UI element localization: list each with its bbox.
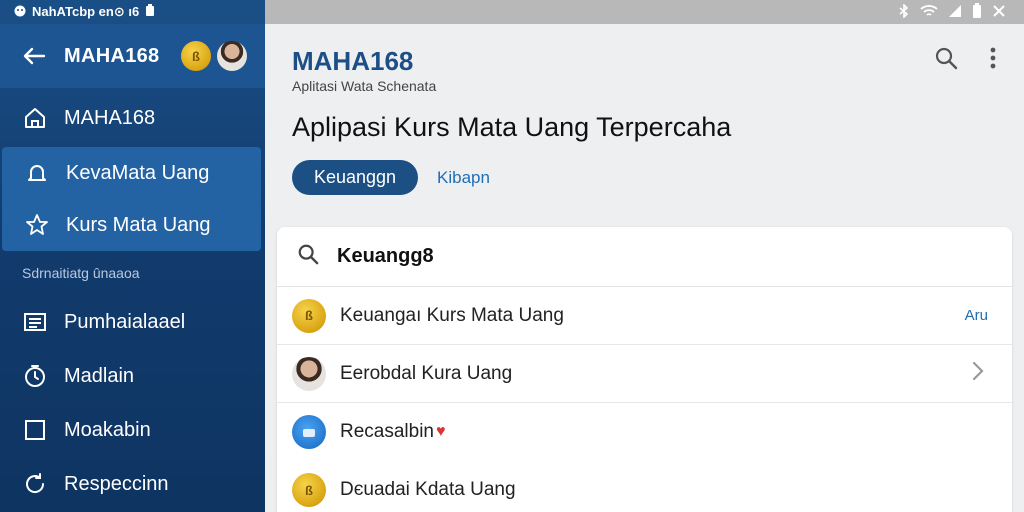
battery-icon [972, 2, 982, 22]
refresh-icon [22, 471, 48, 497]
sidebar-item-label: Pumhaialaael [64, 310, 186, 333]
sidebar-item-home[interactable]: MAHA168 [0, 92, 265, 144]
system-status-bar [265, 0, 1024, 24]
list-icon [22, 309, 48, 335]
status-bar-left: NahATcbp en⊙ ı6 [0, 0, 265, 24]
back-arrow-icon[interactable] [20, 42, 48, 70]
list-item[interactable]: ß Dєuadai Kdata Uang [277, 461, 1012, 512]
list-item-action[interactable]: Aru [965, 307, 988, 324]
coin-icon: ß [292, 298, 326, 333]
app-title: MAHA168 [292, 46, 414, 76]
page-headline: Aplipasi Kurs Mata Uang Terpercaha [292, 112, 732, 142]
search-icon[interactable] [934, 46, 958, 75]
sidebar-active-group: KevaMata Uang Kurs Mata Uang [2, 147, 261, 251]
avatar-icon [292, 356, 326, 391]
sidebar-item-label: KevaMata Uang [66, 161, 210, 184]
heart-icon: ♥ [436, 423, 446, 440]
status-text: NahATcbp en⊙ ı6 [32, 4, 140, 19]
more-vert-icon[interactable] [990, 46, 996, 75]
sidebar-item-moakabin[interactable]: Moakabin [0, 403, 265, 457]
sidebar-item-pumhaialaael[interactable]: Pumhaialaael [0, 295, 265, 349]
home-icon [22, 105, 48, 131]
wifi-icon [920, 4, 938, 21]
sidebar: NahATcbp en⊙ ı6 MAHA168 ß MAHA168 KevaMa… [0, 0, 265, 512]
search-input-value[interactable]: Keuangg8 [337, 245, 434, 268]
blue-badge-icon [292, 415, 326, 449]
coin-icon: ß [292, 473, 326, 507]
sidebar-item-label: Respeccinn [64, 472, 169, 495]
bluetooth-icon [898, 2, 910, 21]
sidebar-item-label: Moakabin [64, 418, 151, 441]
battery-small-icon [145, 4, 155, 20]
sidebar-item-kurs[interactable]: Kurs Mata Uang [2, 199, 261, 251]
header-actions [934, 46, 996, 75]
category-chip[interactable]: Keuanggn [292, 160, 418, 195]
close-icon[interactable] [992, 4, 1006, 21]
status-icon [14, 5, 26, 20]
search-field[interactable]: Keuangg8 [277, 227, 1012, 287]
sidebar-title: MAHA168 [64, 44, 160, 67]
list-item[interactable]: ß Keuangaı Kurs Mata Uang Aru [277, 287, 1012, 345]
app-subtitle: Aplitasi Wata Schenata [292, 78, 437, 94]
list-item-label: Eerobdal Kura Uang [340, 362, 513, 384]
sidebar-item-label: MAHA168 [64, 106, 156, 129]
sidebar-item-respeccinn[interactable]: Respeccinn [0, 457, 265, 511]
signal-icon [948, 4, 962, 21]
chevron-right-icon [972, 361, 984, 386]
star-icon [24, 212, 50, 238]
square-icon [22, 417, 48, 443]
list-item-label: Dєuadai Kdata Uang [340, 479, 516, 500]
coin-icon: ß [181, 41, 211, 71]
bell-icon [24, 160, 50, 186]
list-item[interactable]: Recasalbin ♥ [277, 403, 1012, 461]
sidebar-item-madlain[interactable]: Madlain [0, 349, 265, 403]
timer-icon [22, 363, 48, 389]
sidebar-header: MAHA168 ß [0, 24, 265, 88]
sidebar-section-label: Sdrnaitiatg ûnaaoa [22, 265, 140, 281]
secondary-link[interactable]: Kibapn [437, 168, 490, 188]
list-item[interactable]: Eerobdal Kura Uang [277, 345, 1012, 403]
avatar[interactable] [217, 41, 247, 71]
results-card: Keuangg8 ß Keuangaı Kurs Mata Uang Aru E… [277, 227, 1012, 512]
sidebar-item-kevamata[interactable]: KevaMata Uang [2, 147, 261, 199]
main-content: MAHA168 Aplitasi Wata Schenata Aplipasi … [265, 24, 1024, 512]
sidebar-item-label: Madlain [64, 364, 135, 387]
search-icon [297, 243, 319, 270]
sidebar-item-label: Kurs Mata Uang [66, 213, 211, 236]
list-item-label: Keuangaı Kurs Mata Uang [340, 304, 564, 326]
list-item-label: Recasalbin [340, 421, 434, 442]
